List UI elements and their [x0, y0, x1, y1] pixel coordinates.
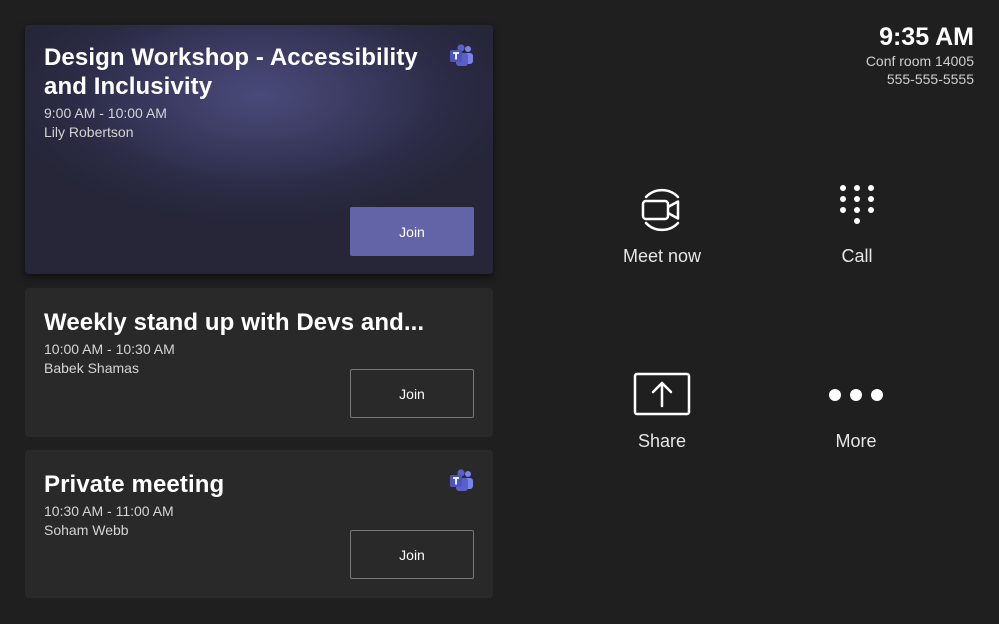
meeting-time: 10:30 AM - 11:00 AM: [44, 503, 174, 519]
dialpad-icon: [797, 180, 917, 240]
teams-icon: [450, 469, 473, 491]
call-label: Call: [841, 246, 873, 266]
meeting-title: Private meeting: [44, 471, 225, 498]
meeting-card-featured[interactable]: Design Workshop - Accessibility and Incl…: [25, 25, 493, 274]
call-button[interactable]: Call: [797, 180, 917, 267]
more-dots-icon: [796, 365, 916, 425]
meeting-title: Weekly stand up with Devs and...: [44, 309, 425, 336]
meeting-card[interactable]: Weekly stand up with Devs and... 10:00 A…: [25, 288, 493, 437]
share-screen-icon: [602, 365, 722, 425]
room-phone: 555-555-5555: [886, 71, 974, 87]
room-name: Conf room 14005: [865, 53, 974, 69]
share-label: Share: [637, 431, 687, 451]
meet-now-button[interactable]: Meet now: [602, 180, 722, 267]
share-button[interactable]: Share: [602, 365, 722, 452]
teams-icon: [450, 44, 473, 66]
more-button[interactable]: More: [796, 365, 916, 452]
room-info: 9:35 AM Conf room 14005 555-555-5555: [866, 22, 974, 88]
join-button[interactable]: Join: [350, 369, 474, 418]
meeting-time: 9:00 AM - 10:00 AM: [44, 105, 167, 121]
meeting-title: Design Workshop - Accessibility and Incl…: [44, 44, 418, 100]
more-label: More: [835, 431, 877, 451]
join-button[interactable]: Join: [350, 530, 474, 579]
clock-time: 9:35 AM: [879, 23, 974, 51]
join-button[interactable]: Join: [350, 207, 474, 256]
meet-now-label: Meet now: [622, 246, 702, 266]
meeting-time: 10:00 AM - 10:30 AM: [44, 341, 175, 357]
video-camera-icon: [602, 180, 722, 240]
meeting-organizer: Lily Robertson: [44, 124, 134, 140]
meeting-card[interactable]: Private meeting 10:30 AM - 11:00 AM Soha…: [25, 450, 493, 598]
